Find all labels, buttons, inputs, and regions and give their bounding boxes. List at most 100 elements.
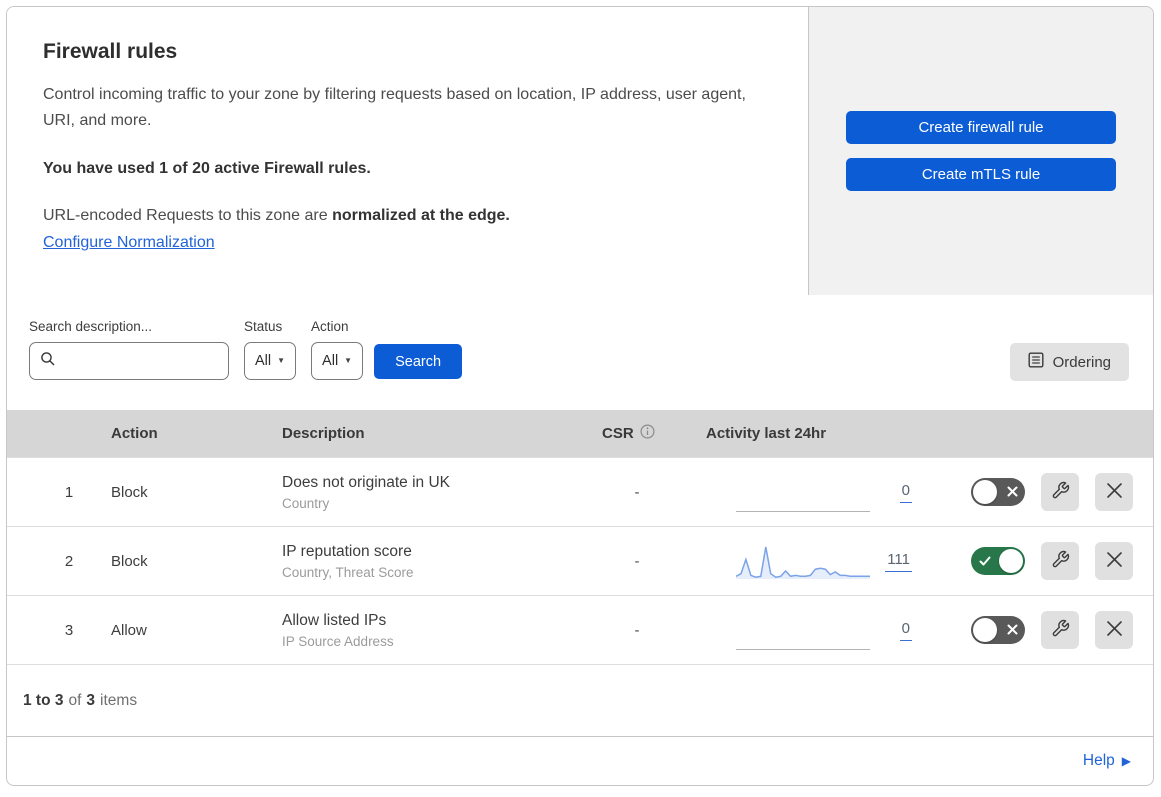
rule-description-cell: Allow listed IPs IP Source Address [282, 612, 602, 649]
toggle-knob [999, 549, 1023, 573]
header-section: Firewall rules Control incoming traffic … [7, 7, 1153, 295]
help-link[interactable]: Help ▶ [1083, 752, 1131, 770]
rule-description: Allow listed IPs [282, 611, 387, 629]
rule-csr: - [634, 552, 640, 570]
x-mark-icon [1007, 486, 1018, 497]
column-action: Action [111, 425, 158, 442]
pagination-summary: 1 to 3 of 3 items [7, 664, 1153, 736]
x-mark-icon [1007, 624, 1018, 635]
delete-rule-button[interactable] [1095, 542, 1133, 580]
activity-count-link[interactable]: 111 [885, 551, 912, 572]
create-mtls-rule-button[interactable]: Create mTLS rule [846, 158, 1116, 191]
status-dropdown[interactable]: All ▼ [244, 342, 297, 380]
check-icon [979, 556, 991, 566]
help-label: Help [1082, 752, 1115, 769]
rule-action: Allow [111, 621, 147, 639]
filter-groups: Search description... Status All ▼ Actio… [29, 319, 1131, 380]
table-header: Action Description CSR Activity last 24h… [7, 410, 1153, 457]
column-csr: CSR [602, 424, 672, 443]
rule-priority: 3 [64, 621, 74, 639]
action-label: Action [311, 319, 349, 334]
chevron-down-icon: ▼ [344, 356, 353, 365]
rule-controls [912, 542, 1153, 580]
edit-rule-button[interactable] [1041, 542, 1079, 580]
rule-enabled-toggle[interactable] [971, 616, 1025, 644]
action-group: Action All ▼ [311, 319, 364, 380]
close-icon [1106, 620, 1123, 640]
status-group: Status All ▼ [244, 319, 297, 380]
page-description: Control incoming traffic to your zone by… [43, 86, 746, 129]
items-label: items [100, 691, 138, 709]
configure-normalization-link[interactable]: Configure Normalization [43, 234, 215, 252]
wrench-icon [1051, 619, 1070, 641]
rule-activity-cell: 0 [672, 610, 912, 650]
close-icon [1106, 551, 1123, 571]
rule-description-cell: IP reputation score Country, Threat Scor… [282, 543, 602, 580]
activity-sparkline [736, 541, 870, 581]
rule-csr: - [634, 621, 640, 639]
actions-panel: Create firewall rule Create mTLS rule [809, 7, 1153, 295]
delete-rule-button[interactable] [1095, 473, 1133, 511]
table-row: 2 Block IP reputation score Country, Thr… [7, 526, 1153, 595]
rule-fields: Country, Threat Score [282, 564, 414, 580]
table-row: 1 Block Does not originate in UK Country… [7, 457, 1153, 526]
close-icon [1106, 482, 1123, 502]
ordering-icon [1028, 352, 1044, 372]
header-content: Firewall rules Control incoming traffic … [7, 7, 809, 295]
wrench-icon [1051, 550, 1070, 572]
delete-rule-button[interactable] [1095, 611, 1133, 649]
action-value: All [322, 353, 339, 369]
edit-rule-button[interactable] [1041, 611, 1079, 649]
activity-sparkline [736, 472, 870, 512]
edit-rule-button[interactable] [1041, 473, 1079, 511]
rule-description: IP reputation score [282, 542, 412, 560]
rule-action: Block [111, 552, 148, 570]
normalization-note: URL-encoded Requests to this zone are no… [43, 207, 750, 225]
rule-priority: 2 [64, 552, 74, 570]
page-title: Firewall rules [43, 40, 178, 63]
items-total: 3 [86, 691, 96, 709]
table-row: 3 Allow Allow listed IPs IP Source Addre… [7, 595, 1153, 664]
arrow-right-icon: ▶ [1121, 754, 1131, 768]
info-icon[interactable] [640, 424, 655, 443]
normalization-bold: normalized at the edge. [332, 207, 510, 224]
rule-fields: IP Source Address [282, 633, 394, 649]
search-button[interactable]: Search [374, 344, 463, 379]
rule-fields: Country [282, 495, 330, 511]
activity-count-link[interactable]: 0 [899, 482, 912, 503]
rule-enabled-toggle[interactable] [971, 547, 1025, 575]
search-icon [40, 351, 56, 372]
column-description: Description [282, 425, 365, 442]
toggle-knob [973, 618, 997, 642]
toggle-knob [973, 480, 997, 504]
column-activity: Activity last 24hr [706, 425, 827, 442]
activity-sparkline [736, 610, 870, 650]
rule-description-cell: Does not originate in UK Country [282, 474, 602, 511]
chevron-down-icon: ▼ [277, 356, 286, 365]
activity-count-link[interactable]: 0 [899, 620, 912, 641]
rule-controls [912, 473, 1153, 511]
rule-activity-cell: 111 [672, 541, 912, 581]
items-range: 1 to 3 [23, 691, 64, 709]
ordering-label: Ordering [1052, 353, 1111, 371]
firewall-rules-card: Firewall rules Control incoming traffic … [6, 6, 1154, 786]
rule-description: Does not originate in UK [282, 473, 451, 491]
rule-csr: - [634, 483, 640, 501]
status-label: Status [244, 319, 283, 334]
rule-activity-cell: 0 [672, 472, 912, 512]
ordering-button[interactable]: Ordering [1009, 343, 1129, 381]
usage-summary: You have used 1 of 20 active Firewall ru… [43, 160, 371, 177]
search-group: Search description... [29, 319, 229, 380]
action-dropdown[interactable]: All ▼ [311, 342, 364, 380]
filter-bar: Search description... Status All ▼ Actio… [7, 295, 1153, 410]
rule-enabled-toggle[interactable] [971, 478, 1025, 506]
search-box [29, 342, 229, 380]
search-input[interactable] [64, 353, 218, 369]
search-label: Search description... [29, 319, 153, 334]
status-value: All [255, 353, 272, 369]
normalization-prefix: URL-encoded Requests to this zone are [43, 207, 328, 224]
wrench-icon [1051, 481, 1070, 503]
items-of: of [68, 691, 82, 709]
create-firewall-rule-button[interactable]: Create firewall rule [846, 111, 1116, 144]
rule-priority: 1 [64, 483, 74, 501]
